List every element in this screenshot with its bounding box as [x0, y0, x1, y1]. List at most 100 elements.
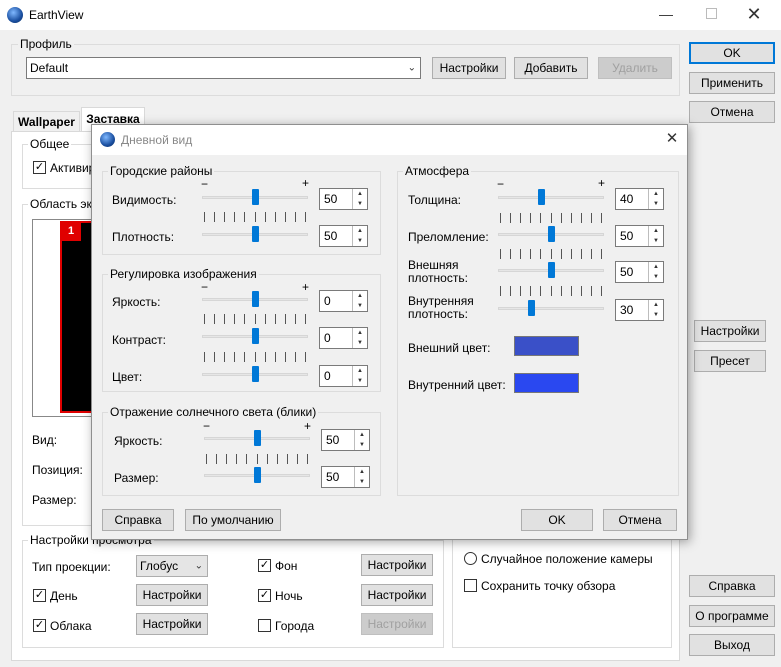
dialog-cancel-button[interactable]: Отмена: [603, 509, 677, 531]
profile-select[interactable]: Default ⌄: [26, 57, 421, 79]
outer-density-spinbox[interactable]: 50 ▲ ▼: [615, 261, 664, 283]
refraction-slider[interactable]: [498, 223, 604, 249]
outer-color-swatch[interactable]: [514, 336, 579, 356]
tick-mark: [561, 249, 562, 259]
outer-color-label: Внешний цвет:: [408, 341, 491, 355]
inner-density-slider[interactable]: [498, 297, 604, 323]
apply-button[interactable]: Применить: [689, 72, 775, 94]
inner-density-label: Внутренняя плотность:: [408, 294, 474, 321]
day-label: День: [50, 589, 78, 603]
thickness-spin-arrows[interactable]: ▲ ▼: [648, 189, 663, 209]
glare-brightness-spin-arrows[interactable]: ▲ ▼: [354, 430, 369, 450]
inner-density-spin-arrows[interactable]: ▲ ▼: [648, 300, 663, 320]
glare-size-spinbox[interactable]: 50 ▲ ▼: [321, 466, 370, 488]
glare-size-spin-arrows[interactable]: ▲ ▼: [354, 467, 369, 487]
glare-brightness-slider-thumb[interactable]: [254, 430, 261, 446]
help-button[interactable]: Справка: [689, 575, 775, 597]
density-spinbox[interactable]: 50 ▲ ▼: [319, 225, 368, 247]
refraction-label: Преломление:: [408, 230, 489, 244]
dialog-default-button[interactable]: По умолчанию: [185, 509, 281, 531]
tick-mark: [267, 454, 268, 464]
visibility-value: 50: [324, 192, 338, 206]
refraction-slider-thumb[interactable]: [548, 226, 555, 242]
random-camera-radio[interactable]: [464, 552, 477, 565]
dialog-close-icon[interactable]: ✕: [663, 130, 681, 148]
glare-size-slider[interactable]: [204, 464, 310, 490]
color-value: 0: [324, 369, 331, 383]
projection-select[interactable]: Глобус ⌄: [136, 555, 208, 577]
day-checkbox[interactable]: ✓: [33, 589, 46, 602]
tick-mark: [226, 454, 227, 464]
cities-checkbox[interactable]: [258, 619, 271, 632]
thickness-label: Толщина:: [408, 193, 462, 207]
clouds-settings-button[interactable]: Настройки: [136, 613, 208, 635]
density-slider[interactable]: [202, 223, 308, 249]
glare-brightness-slider[interactable]: [204, 427, 310, 453]
screensaver-settings-button[interactable]: Настройки: [694, 320, 766, 342]
cancel-button[interactable]: Отмена: [689, 101, 775, 123]
tick-mark: [530, 249, 531, 259]
brightness-slider-thumb[interactable]: [252, 291, 259, 307]
inner-density-slider-thumb[interactable]: [528, 300, 535, 316]
brightness-spinbox[interactable]: 0 ▲ ▼: [319, 290, 368, 312]
profile-settings-button[interactable]: Настройки: [432, 57, 506, 79]
brightness-spin-arrows[interactable]: ▲ ▼: [352, 291, 367, 311]
day-settings-button[interactable]: Настройки: [136, 584, 208, 606]
density-spin-arrows[interactable]: ▲ ▼: [352, 226, 367, 246]
exit-button[interactable]: Выход: [689, 634, 775, 656]
outer-density-slider[interactable]: [498, 259, 604, 285]
night-checkbox[interactable]: ✓: [258, 589, 271, 602]
tab-wallpaper[interactable]: Wallpaper: [13, 111, 80, 131]
night-settings-button[interactable]: Настройки: [361, 584, 433, 606]
contrast-spin-arrows[interactable]: ▲ ▼: [352, 328, 367, 348]
maximize-icon[interactable]: [706, 8, 717, 19]
cities-settings-button[interactable]: Настройки: [361, 613, 433, 635]
tick-mark: [295, 212, 296, 222]
chevron-down-icon: ⌄: [194, 560, 203, 572]
brightness-slider[interactable]: [202, 288, 308, 314]
thickness-slider[interactable]: [498, 186, 604, 212]
visibility-spinbox[interactable]: 50 ▲ ▼: [319, 188, 368, 210]
minimize-icon[interactable]: —: [651, 7, 681, 23]
outer-density-slider-thumb[interactable]: [548, 262, 555, 278]
close-icon[interactable]: ✕: [744, 4, 764, 24]
visibility-slider-thumb[interactable]: [252, 189, 259, 205]
brightness-label: Яркость:: [112, 295, 161, 309]
tick-mark: [561, 213, 562, 223]
night-label: Ночь: [275, 589, 303, 603]
density-slider-thumb[interactable]: [252, 226, 259, 242]
about-button[interactable]: О программе: [689, 605, 775, 627]
inner-color-swatch[interactable]: [514, 373, 579, 393]
color-slider[interactable]: [202, 363, 308, 389]
save-view-checkbox[interactable]: [464, 579, 477, 592]
visibility-slider[interactable]: [202, 186, 308, 212]
dialog-ok-button[interactable]: OK: [521, 509, 593, 531]
color-spin-arrows[interactable]: ▲ ▼: [352, 366, 367, 386]
refraction-spin-arrows[interactable]: ▲ ▼: [648, 226, 663, 246]
color-spinbox[interactable]: 0 ▲ ▼: [319, 365, 368, 387]
visibility-spin-arrows[interactable]: ▲ ▼: [352, 189, 367, 209]
thickness-spinbox[interactable]: 40 ▲ ▼: [615, 188, 664, 210]
tick-mark: [277, 454, 278, 464]
glare-brightness-spinbox[interactable]: 50 ▲ ▼: [321, 429, 370, 451]
outer-density-spin-arrows[interactable]: ▲ ▼: [648, 262, 663, 282]
tick-mark: [255, 212, 256, 222]
inner-density-spinbox[interactable]: 30 ▲ ▼: [615, 299, 664, 321]
ok-button[interactable]: OK: [689, 42, 775, 64]
activate-checkbox[interactable]: ✓: [33, 161, 46, 174]
projection-label: Тип проекции:: [32, 560, 111, 574]
profile-add-button[interactable]: Добавить: [514, 57, 588, 79]
clouds-checkbox[interactable]: ✓: [33, 619, 46, 632]
contrast-spinbox[interactable]: 0 ▲ ▼: [319, 327, 368, 349]
thickness-slider-thumb[interactable]: [538, 189, 545, 205]
preset-button[interactable]: Пресет: [694, 350, 766, 372]
bg-checkbox[interactable]: ✓: [258, 559, 271, 572]
bg-settings-button[interactable]: Настройки: [361, 554, 433, 576]
contrast-slider[interactable]: [202, 325, 308, 351]
glare-size-slider-thumb[interactable]: [254, 467, 261, 483]
dialog-help-button[interactable]: Справка: [102, 509, 174, 531]
color-slider-thumb[interactable]: [252, 366, 259, 382]
contrast-slider-thumb[interactable]: [252, 328, 259, 344]
refraction-spinbox[interactable]: 50 ▲ ▼: [615, 225, 664, 247]
profile-delete-button[interactable]: Удалить: [598, 57, 672, 79]
